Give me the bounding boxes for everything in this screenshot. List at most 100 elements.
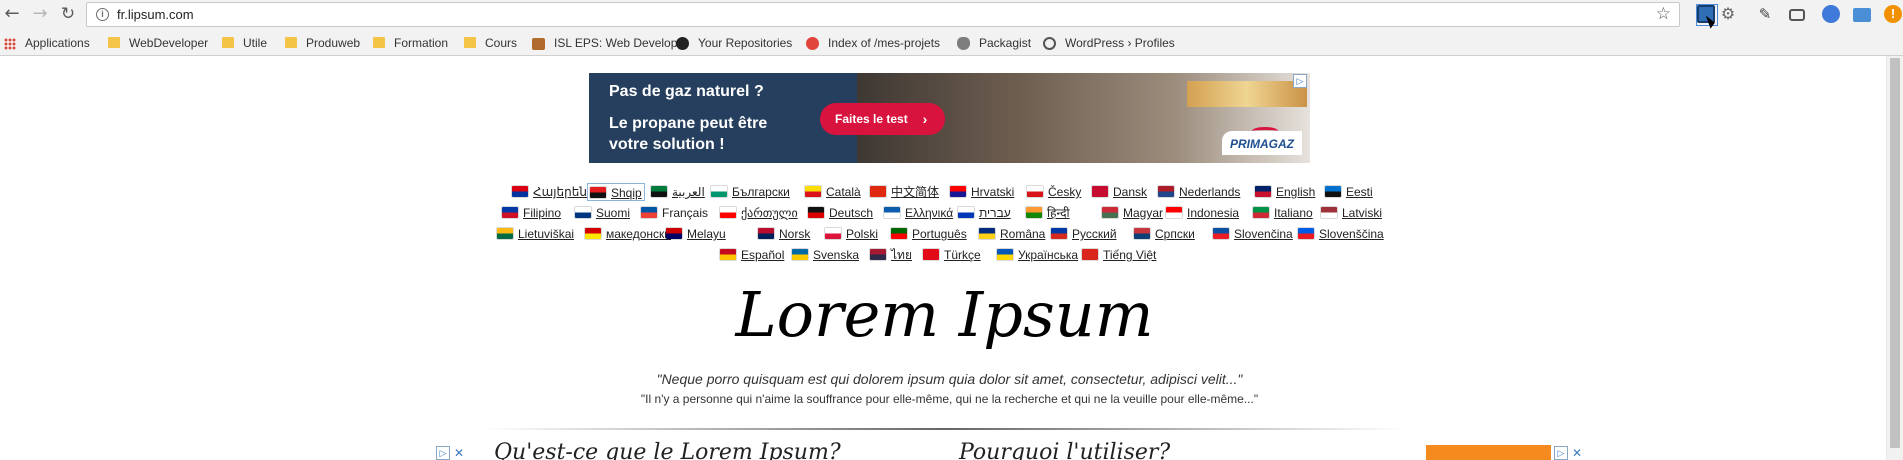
flag-icon [950,186,966,197]
address-bar[interactable]: i fr.lipsum.com ☆ [86,2,1680,27]
bookmark-star-icon[interactable]: ☆ [1656,4,1671,24]
language-link[interactable]: Filipino [502,204,561,222]
latin-quote: "Neque porro quisquam est qui dolorem ip… [656,371,1243,387]
language-link[interactable]: ქართული [720,204,798,222]
language-link[interactable]: Tiếng Việt [1082,246,1156,264]
close-ad-right-icon[interactable]: ✕ [1570,446,1584,460]
language-link[interactable]: Lietuviškai [497,225,574,243]
back-arrow-icon[interactable]: ← [0,2,24,26]
reload-icon[interactable]: ↻ [56,2,80,26]
bookmark-item[interactable]: WebDeveloper [108,35,208,51]
language-link[interactable]: Hrvatski [950,183,1014,201]
bookmark-item[interactable]: WordPress › Profiles [1043,35,1175,51]
language-link[interactable]: Suomi [575,204,630,222]
language-link[interactable]: Հայերեն [512,183,587,201]
info-icon[interactable]: i [96,8,109,21]
language-link[interactable]: Nederlands [1158,183,1240,201]
language-link[interactable]: עברית [958,204,1011,222]
bookmark-item[interactable]: Cours [464,35,517,51]
bookmark-item[interactable]: ISL EPS: Web Develop [532,35,677,51]
language-label: Français [662,206,709,220]
extension-window-icon[interactable] [1789,9,1805,21]
language-link[interactable]: Shqip [587,183,645,201]
language-row: Հայերեն Shqip العربية Български Català 中文简体 Hr… [400,183,1500,204]
language-link[interactable]: Pусский [1051,225,1117,243]
extension-globe-icon[interactable] [1822,5,1840,23]
bookmark-item[interactable]: Packagist [957,35,1031,51]
language-link[interactable]: Româna [979,225,1045,243]
extension-alert-icon[interactable]: ! [1884,5,1902,23]
language-link[interactable]: Norsk [758,225,810,243]
extension-gear-icon[interactable]: ⚙ [1719,5,1737,23]
language-link[interactable]: Eesti [1325,183,1373,201]
language-link[interactable]: العربية [651,183,705,201]
language-label: ไทย [891,248,912,262]
bookmark-label: Your Repositories [698,36,793,50]
flag-icon [1027,186,1043,197]
ad-cta-button[interactable]: Faites le test › [820,103,945,135]
forward-arrow-icon[interactable]: → [28,2,52,26]
bookmark-label: Utile [243,36,268,50]
flag-icon [651,186,667,197]
language-link[interactable]: Ελληνικά [884,204,953,222]
language-link[interactable]: Latviski [1321,204,1382,222]
language-link[interactable]: Српски [1134,225,1195,243]
language-link[interactable]: Português [891,225,967,243]
flag-icon [497,228,513,239]
bookmark-item[interactable]: Index of /mes-projets [806,35,940,51]
language-link[interactable]: Magyar [1102,204,1163,222]
bookmark-item[interactable]: Produweb [285,35,360,51]
language-link[interactable]: Melayu [666,225,726,243]
adchoices-icon[interactable]: ▷ [1293,74,1307,88]
flag-icon [720,249,736,260]
language-link[interactable]: Dansk [1092,183,1147,201]
url-text[interactable]: fr.lipsum.com [117,7,194,22]
flag-icon [805,186,821,197]
language-link[interactable]: English [1255,183,1315,201]
language-link[interactable]: 中文简体 [870,183,939,201]
language-link[interactable]: Français [641,204,708,222]
language-link[interactable]: Česky [1027,183,1081,201]
ad-banner[interactable]: Pas de gaz naturel ? Le propane peut êtr… [589,73,1310,163]
language-link[interactable]: Українська [997,246,1078,264]
side-ad[interactable] [1426,445,1551,460]
bookmark-label: Index of /mes-projets [828,36,941,50]
bookmark-label: WebDeveloper [129,36,209,50]
bookmark-label: Formation [394,36,449,50]
scrollbar-thumb[interactable] [1890,58,1900,448]
bookmark-label: Cours [485,36,518,50]
language-label: Italiano [1274,206,1313,220]
eyedropper-icon[interactable]: ✎ [1756,5,1774,23]
language-link[interactable]: Català [805,183,861,201]
flag-icon [891,228,907,239]
language-link[interactable]: Polski [825,225,878,243]
language-link[interactable]: हिन्दी [1026,204,1070,222]
language-link[interactable]: Italiano [1253,204,1313,222]
language-link[interactable]: Indonesia [1166,204,1239,222]
adchoices-right-icon[interactable]: ▷ [1554,446,1568,460]
language-label: Português [912,227,967,241]
language-link[interactable]: македонски [585,225,671,243]
extension-screen-icon[interactable] [1853,8,1871,22]
language-link[interactable]: Slovenčina [1213,225,1293,243]
language-label: Slovenščina [1319,227,1384,241]
language-link[interactable]: Deutsch [808,204,873,222]
page-scrollbar[interactable] [1886,56,1903,460]
language-link[interactable]: ไทย [870,246,912,264]
bookmark-label: ISL EPS: Web Develop [554,36,678,50]
language-link[interactable]: Türkçe [923,246,981,264]
bookmark-item[interactable]: Your Repositories [676,35,792,51]
close-ad-left-icon[interactable]: ✕ [452,446,466,460]
bookmark-item[interactable]: Formation [373,35,448,51]
language-link[interactable]: Slovenščina [1298,225,1384,243]
bookmark-item[interactable]: Applications [4,35,90,51]
bookmark-item[interactable]: Utile [222,35,267,51]
flag-icon [502,207,518,218]
adchoices-left-icon[interactable]: ▷ [436,446,450,460]
folder-icon [373,37,385,49]
language-link[interactable]: Español [720,246,784,264]
language-label: Català [826,185,861,199]
flag-icon [575,207,591,218]
language-link[interactable]: Svenska [792,246,859,264]
language-link[interactable]: Български [711,183,790,201]
